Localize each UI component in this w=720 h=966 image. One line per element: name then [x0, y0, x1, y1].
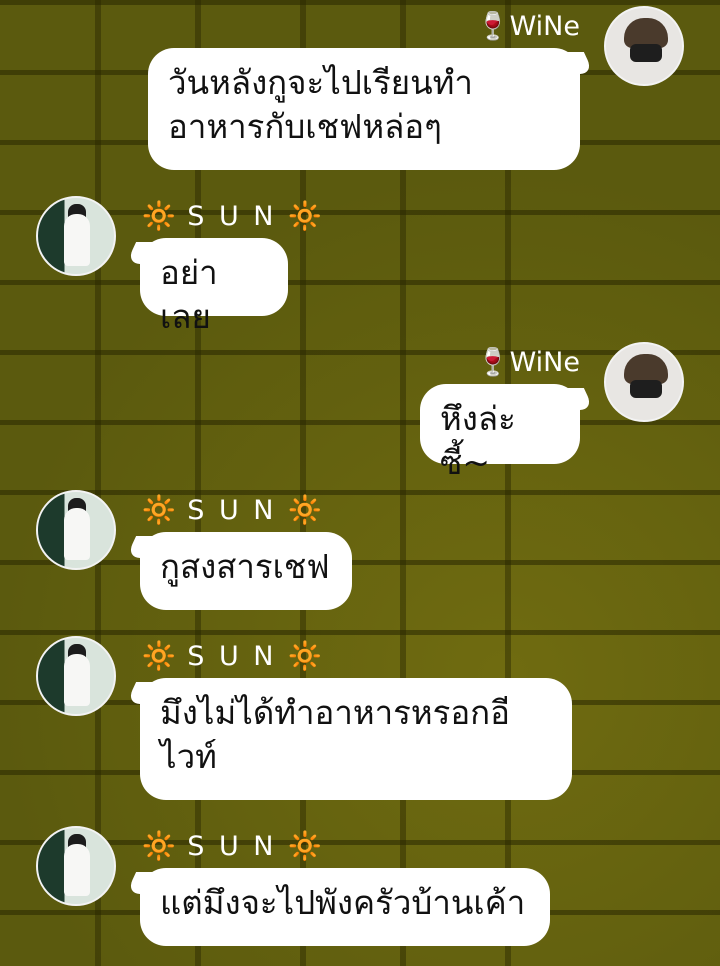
wine-name-label: 🍷WiNe [475, 347, 580, 378]
message-text: แต่มึงจะไปพังครัวบ้านเค้า [160, 883, 526, 922]
message-text: หึงล่ะซี้~ [440, 399, 516, 482]
wine-avatar[interactable] [604, 6, 684, 86]
wine-name-label: 🍷WiNe [475, 11, 580, 42]
message-text: อย่าเลย [160, 253, 218, 336]
sun-avatar[interactable] [36, 826, 116, 906]
sun-left-icon: 🔆 [142, 641, 176, 672]
sun-name-label: 🔆 S U N 🔆 [142, 495, 322, 526]
sun-right-icon: 🔆 [288, 641, 322, 672]
sun-name-label: 🔆 S U N 🔆 [142, 201, 322, 232]
sun-avatar[interactable] [36, 636, 116, 716]
message-text: วันหลังกูจะไปเรียนทำอาหารกับเชฟหล่อๆ [168, 63, 473, 146]
wine-glass-icon: 🍷 [475, 11, 510, 42]
sun-right-icon: 🔆 [288, 495, 322, 526]
message-bubble[interactable]: วันหลังกูจะไปเรียนทำอาหารกับเชฟหล่อๆ [148, 48, 580, 170]
message-text: กูสงสารเชฟ [160, 547, 330, 586]
message-bubble[interactable]: มึงไม่ได้ทำอาหารหรอกอีไวท์ [140, 678, 572, 800]
sun-name-label: 🔆 S U N 🔆 [142, 831, 322, 862]
sun-left-icon: 🔆 [142, 831, 176, 862]
message-bubble[interactable]: หึงล่ะซี้~ [420, 384, 580, 482]
sun-avatar[interactable] [36, 196, 116, 276]
wine-avatar[interactable] [604, 342, 684, 422]
sun-left-icon: 🔆 [142, 201, 176, 232]
sun-avatar[interactable] [36, 490, 116, 570]
message-bubble[interactable]: กูสงสารเชฟ [140, 532, 352, 610]
wine-glass-icon: 🍷 [475, 347, 510, 378]
sun-right-icon: 🔆 [288, 831, 322, 862]
message-bubble[interactable]: อย่าเลย [140, 238, 288, 336]
sun-left-icon: 🔆 [142, 495, 176, 526]
sun-name-label: 🔆 S U N 🔆 [142, 641, 322, 672]
message-text: มึงไม่ได้ทำอาหารหรอกอีไวท์ [160, 693, 510, 776]
message-bubble[interactable]: แต่มึงจะไปพังครัวบ้านเค้า [140, 868, 550, 946]
sun-right-icon: 🔆 [288, 201, 322, 232]
